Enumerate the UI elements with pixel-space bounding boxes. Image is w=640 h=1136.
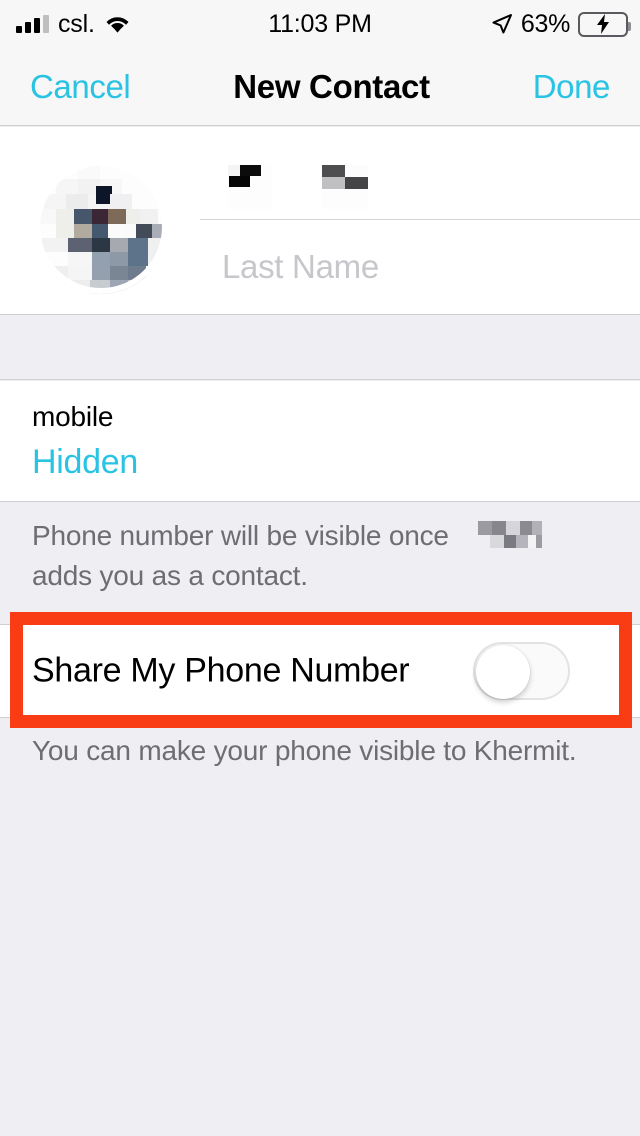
page-title: New Contact	[233, 67, 430, 105]
done-button[interactable]: Done	[533, 68, 611, 106]
battery-icon	[578, 11, 631, 37]
cancel-button[interactable]: Cancel	[30, 68, 131, 106]
location-arrow-icon	[491, 13, 513, 35]
navigation-bar: Cancel New Contact Done	[0, 48, 640, 126]
phone-visibility-note-text: Phone number will be visible once	[32, 520, 449, 551]
page-background	[0, 775, 640, 1136]
phone-number-value: Hidden	[32, 443, 138, 481]
redacted-first-name	[228, 165, 272, 214]
first-name-field[interactable]	[200, 127, 640, 220]
share-phone-note-text: You can make your phone visible to Kherm…	[32, 735, 577, 766]
phone-number-row[interactable]: mobile Hidden	[0, 381, 640, 502]
charging-bolt-icon	[595, 14, 611, 34]
last-name-field[interactable]: Last Name	[200, 220, 640, 313]
phone-visibility-note-text-2: adds you as a contact.	[32, 560, 308, 591]
phone-visibility-note: Phone number will be visible once adds y…	[0, 503, 640, 594]
iphone-screen: csl. 11:03 PM 63% Cancel New Contact Don…	[0, 0, 640, 1136]
status-bar-right: 63%	[491, 9, 631, 39]
status-bar: csl. 11:03 PM 63%	[0, 0, 640, 48]
last-name-placeholder: Last Name	[222, 247, 379, 285]
contact-name-section: Last Name	[0, 127, 640, 314]
share-my-phone-number-row[interactable]: Share My Phone Number	[0, 624, 640, 718]
contact-photo-avatar[interactable]	[34, 160, 168, 294]
share-phone-note: You can make your phone visible to Kherm…	[0, 732, 640, 770]
section-gap	[0, 314, 640, 380]
redacted-contact-name	[464, 519, 543, 558]
name-fields: Last Name	[200, 127, 640, 314]
battery-percentage: 63%	[520, 9, 570, 38]
redacted-first-name-2	[322, 165, 368, 214]
share-my-phone-number-label: Share My Phone Number	[32, 651, 410, 690]
phone-type-label: mobile	[32, 401, 114, 432]
share-my-phone-number-toggle[interactable]	[473, 642, 570, 700]
toggle-knob	[476, 645, 530, 699]
